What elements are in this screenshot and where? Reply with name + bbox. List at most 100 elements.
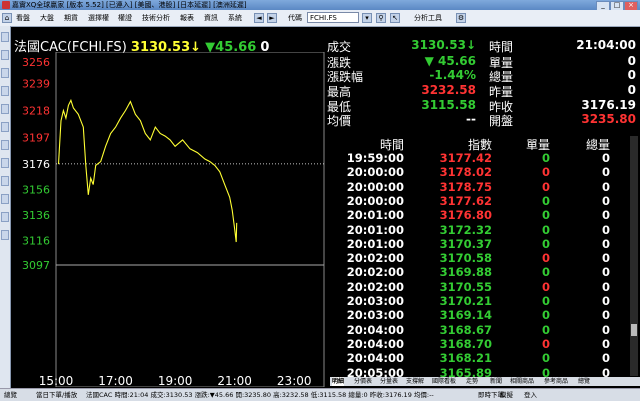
- value-time: 21:04:00: [576, 38, 636, 52]
- x-tick-label: 17:00: [98, 374, 133, 387]
- strip-icon-12[interactable]: [1, 230, 9, 240]
- y-tick-label: 3116: [22, 235, 50, 248]
- tick-total-vol: 0: [601, 151, 610, 165]
- value-low: 3115.58: [421, 98, 476, 112]
- strip-icon-6[interactable]: [1, 122, 9, 132]
- x-tick-label: 23:00: [277, 374, 312, 387]
- tick-index: 3170.58: [439, 251, 492, 266]
- tab-trend[interactable]: 走勢: [466, 377, 478, 386]
- tick-unit-vol: 0: [541, 265, 550, 280]
- tick-time: 20:03:00: [346, 294, 404, 308]
- code-label: 代碼: [288, 14, 302, 22]
- analysis-tools-button[interactable]: 分析工具: [414, 13, 442, 23]
- menu-technical[interactable]: 技術分析: [142, 13, 170, 23]
- tab-volume-table[interactable]: 分量表: [380, 377, 398, 386]
- status-ticker[interactable]: 當日下單/播放: [36, 389, 77, 401]
- y-tick-label: 3136: [22, 209, 50, 222]
- tick-time: 20:00:00: [346, 165, 404, 180]
- tick-index: 3178.75: [439, 179, 492, 194]
- tick-index: 3170.55: [439, 279, 492, 294]
- settings-icon[interactable]: ⚙: [456, 13, 466, 23]
- label-open: 開盤: [489, 114, 514, 128]
- tick-total-vol: 0: [601, 279, 610, 294]
- strip-icon-2[interactable]: [1, 50, 9, 60]
- tab-news[interactable]: 新聞: [490, 377, 502, 386]
- search-icon[interactable]: ⚲: [376, 13, 386, 23]
- tick-time: 20:01:00: [346, 222, 404, 237]
- tick-unit-vol: 0: [541, 336, 550, 351]
- strip-icon-5[interactable]: [1, 104, 9, 114]
- status-sim-btn[interactable]: 模擬: [500, 389, 513, 401]
- menu-options[interactable]: 選擇權: [88, 13, 109, 23]
- tick-index: 3169.14: [439, 308, 492, 323]
- tick-unit-vol: 0: [541, 322, 550, 337]
- menu-market[interactable]: 大盤: [40, 13, 54, 23]
- tick-time: 20:04:00: [346, 336, 404, 351]
- tab-price-table[interactable]: 分價表: [354, 377, 372, 386]
- tick-time: 20:02:00: [346, 279, 404, 294]
- tick-unit-vol: 0: [541, 294, 550, 308]
- y-tick-label: 3176: [22, 158, 50, 171]
- strip-icon-3[interactable]: [1, 68, 9, 78]
- tick-index: 3169.88: [439, 265, 492, 280]
- value-prev-vol: 0: [627, 83, 636, 97]
- tick-index: 3170.21: [439, 294, 492, 308]
- pointer-icon[interactable]: ↖: [390, 13, 400, 23]
- status-login-btn[interactable]: 登入: [524, 389, 537, 401]
- strip-icon-8[interactable]: [1, 158, 9, 168]
- code-input[interactable]: [307, 12, 359, 23]
- strip-icon-11[interactable]: [1, 212, 9, 222]
- y-tick-label: 3097: [22, 259, 50, 272]
- menu-warrants[interactable]: 權證: [118, 13, 132, 23]
- tick-index: 3172.32: [439, 222, 492, 237]
- tick-index: 3168.21: [439, 351, 492, 366]
- tick-unit-vol: 0: [541, 251, 550, 266]
- menu-watch[interactable]: 看盤: [16, 13, 30, 23]
- value-unit-vol: 0: [627, 54, 636, 68]
- x-tick-label: 21:00: [217, 374, 252, 387]
- window-title: 嘉實XQ全球贏家 [版本 5.52] [已連入] [美國、港股] [日本延遲] …: [12, 1, 247, 9]
- menu-reports[interactable]: 報表: [180, 13, 194, 23]
- tick-unit-vol: 0: [541, 179, 550, 194]
- intraday-chart[interactable]: 3256 3239 3218 3197 3176 3156 3136 3116 3097 15:0…: [10, 52, 330, 387]
- tick-table-scrollbar[interactable]: [630, 136, 638, 376]
- tab-support[interactable]: 支撐解: [406, 377, 424, 386]
- x-tick-label: 19:00: [158, 374, 193, 387]
- back-icon[interactable]: ◄: [254, 13, 264, 23]
- tick-unit-vol: 0: [541, 351, 550, 366]
- tab-detail[interactable]: 明細: [332, 377, 345, 386]
- tick-time: 20:00:00: [346, 179, 404, 194]
- tab-global-board[interactable]: 國際看板: [432, 377, 456, 386]
- value-prev-close: 3176.19: [581, 98, 636, 112]
- menu-info[interactable]: 資訊: [204, 13, 218, 23]
- y-tick-label: 3218: [22, 105, 50, 118]
- forward-icon[interactable]: ►: [267, 13, 277, 23]
- tick-total-vol: 0: [601, 236, 610, 251]
- strip-icon-9[interactable]: [1, 176, 9, 186]
- strip-icon-10[interactable]: [1, 194, 9, 204]
- tick-time: 20:04:00: [346, 351, 404, 366]
- dropdown-icon[interactable]: ▾: [362, 13, 372, 23]
- tab-reference[interactable]: 參考商品: [544, 377, 568, 386]
- y-tick-label: 3156: [22, 184, 50, 197]
- tick-total-vol: 0: [601, 179, 610, 194]
- label-time: 時間: [489, 40, 514, 54]
- strip-icon-7[interactable]: [1, 140, 9, 150]
- tab-related[interactable]: 相關商品: [510, 377, 534, 386]
- menu-system[interactable]: 系統: [228, 13, 242, 23]
- strip-icon-4[interactable]: [1, 86, 9, 96]
- tick-time: 19:59:00: [346, 151, 404, 165]
- tick-unit-vol: 0: [541, 193, 550, 208]
- tick-unit-vol: 0: [541, 308, 550, 323]
- tick-total-vol: 0: [601, 251, 610, 266]
- x-tick-label: 15:00: [39, 374, 74, 387]
- strip-icon-1[interactable]: [1, 32, 9, 42]
- y-tick-label: 3239: [22, 78, 50, 91]
- tab-overview[interactable]: 總覽: [578, 377, 590, 386]
- home-icon[interactable]: ⌂: [2, 13, 12, 23]
- y-tick-label: 3197: [22, 131, 50, 144]
- menu-futures[interactable]: 期貨: [64, 13, 78, 23]
- scroll-thumb[interactable]: [631, 324, 637, 336]
- status-overview[interactable]: 總覽: [4, 389, 17, 401]
- tick-total-vol: 0: [601, 308, 610, 323]
